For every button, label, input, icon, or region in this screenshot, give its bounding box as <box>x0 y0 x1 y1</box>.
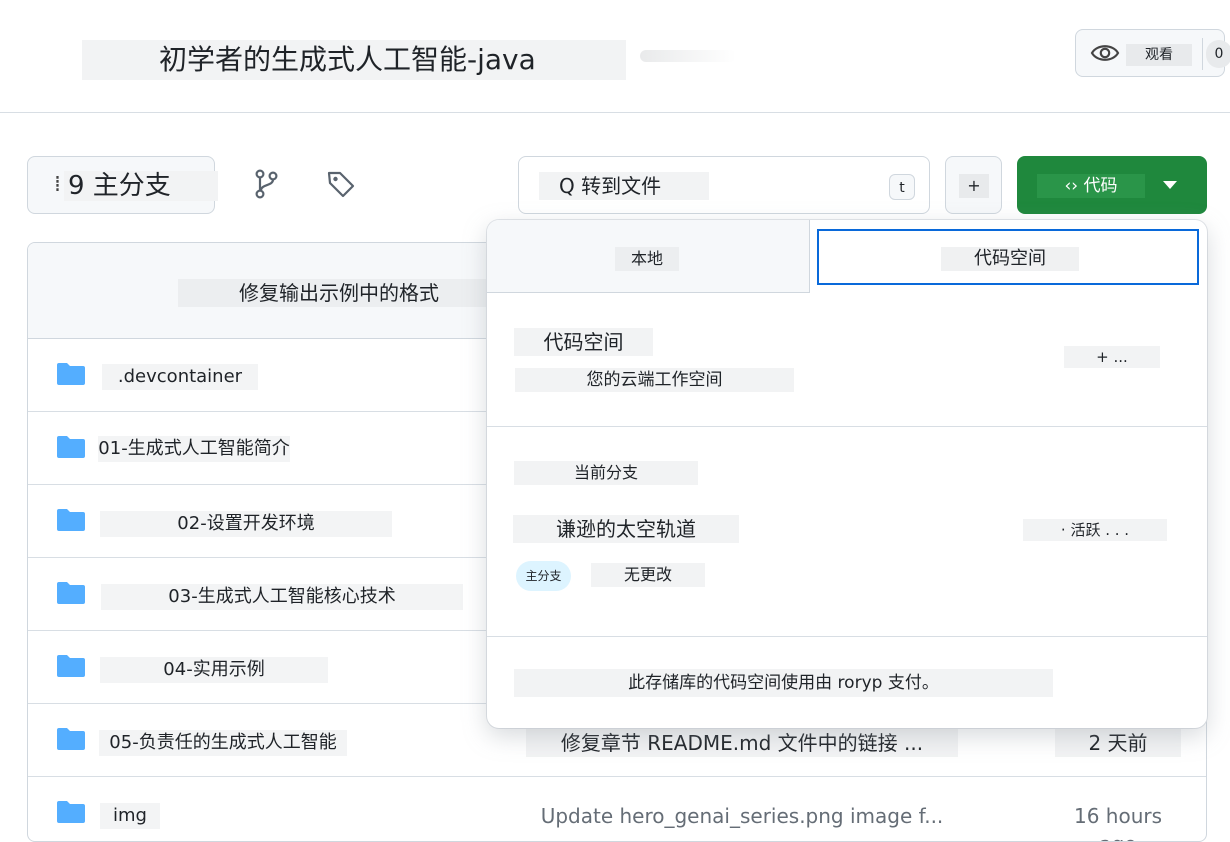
file-name-link[interactable]: 01-生成式人工智能简介 <box>98 436 290 462</box>
file-name-link[interactable]: .devcontainer <box>102 364 258 390</box>
repo-title[interactable]: 初学者的生成式人工智能-java <box>82 40 626 80</box>
folder-icon <box>57 655 85 677</box>
branch-selector-button[interactable]: ⁞ 9 主分支 <box>27 156 218 214</box>
folder-icon <box>57 728 85 750</box>
add-file-button[interactable]: + <box>945 156 1002 214</box>
watch-divider <box>1202 38 1203 70</box>
file-name-link[interactable]: 03-生成式人工智能核心技术 <box>101 584 463 610</box>
folder-icon <box>57 509 85 531</box>
watch-button-group[interactable]: 观看 0 <box>1075 29 1230 77</box>
eye-icon <box>1090 45 1120 61</box>
file-name-link[interactable]: 04-实用示例 <box>100 657 328 683</box>
branch-selector-label: 9 主分支 <box>64 171 218 201</box>
keyboard-shortcut-hint: t <box>889 174 915 200</box>
caret-down-icon[interactable] <box>1163 181 1177 189</box>
tab-codespaces-label: 代码空间 <box>941 247 1079 271</box>
commit-age: 16 hours ago <box>1055 802 1181 841</box>
table-row[interactable]: img Update hero_genai_series.png image f… <box>28 776 1206 841</box>
git-branch-icon: ⁞ <box>54 172 61 197</box>
folder-icon <box>57 801 85 823</box>
commit-age: 2 天前 <box>1055 729 1181 757</box>
folder-icon <box>57 436 85 458</box>
branch-badge: 主分支 <box>516 561 571 591</box>
codespaces-heading: 代码空间 <box>514 328 653 356</box>
codespace-status-menu[interactable]: · 活跃 . . . <box>1023 519 1167 541</box>
code-button[interactable]: ‹› 代码 <box>1017 156 1207 214</box>
codespaces-section: 代码空间 您的云端工作空间 + ... <box>487 292 1207 427</box>
folder-icon <box>57 363 85 385</box>
tag-icon[interactable] <box>325 168 357 200</box>
latest-commit-message[interactable]: 修复输出示例中的格式 <box>178 279 500 307</box>
file-name-link[interactable]: 05-负责任的生成式人工智能 <box>99 730 347 756</box>
watch-button-label[interactable]: 观看 <box>1126 44 1192 66</box>
new-codespace-button[interactable]: + ... <box>1064 346 1160 368</box>
current-branch-heading: 当前分支 <box>514 461 698 485</box>
billing-note: 此存储库的代码空间使用由 roryp 支付。 <box>514 669 1053 697</box>
title-decoration <box>640 50 736 62</box>
header-divider <box>0 112 1230 113</box>
go-to-file-input[interactable]: Q 转到文件 t <box>518 156 930 214</box>
codespaces-subtitle: 您的云端工作空间 <box>515 368 794 392</box>
code-button-label: ‹› 代码 <box>1037 174 1145 198</box>
commit-message-link[interactable]: Update hero_genai_series.png image f... <box>526 802 958 830</box>
watch-count-badge[interactable]: 0 <box>1206 40 1230 68</box>
tab-codespaces[interactable]: 代码空间 <box>817 229 1199 285</box>
folder-icon <box>57 582 85 604</box>
no-changes-label: 无更改 <box>591 563 705 587</box>
add-file-label: + <box>959 174 989 198</box>
file-name-link[interactable]: img <box>100 803 160 829</box>
code-dropdown-panel: 本地 代码空间 代码空间 您的云端工作空间 + ... 当前分支 谦逊的太空轨道… <box>487 220 1207 728</box>
tab-local[interactable]: 本地 <box>487 220 810 293</box>
current-branch-section: 当前分支 谦逊的太空轨道 · 活跃 . . . 主分支 无更改 <box>487 426 1207 637</box>
codespace-name-link[interactable]: 谦逊的太空轨道 <box>513 515 739 543</box>
go-to-file-placeholder: Q 转到文件 <box>539 172 709 200</box>
file-name-link[interactable]: 02-设置开发环境 <box>100 511 392 537</box>
branches-icon[interactable] <box>252 168 280 200</box>
commit-message-link[interactable]: 修复章节 README.md 文件中的链接 ... <box>526 729 958 757</box>
tab-local-label: 本地 <box>615 247 679 271</box>
